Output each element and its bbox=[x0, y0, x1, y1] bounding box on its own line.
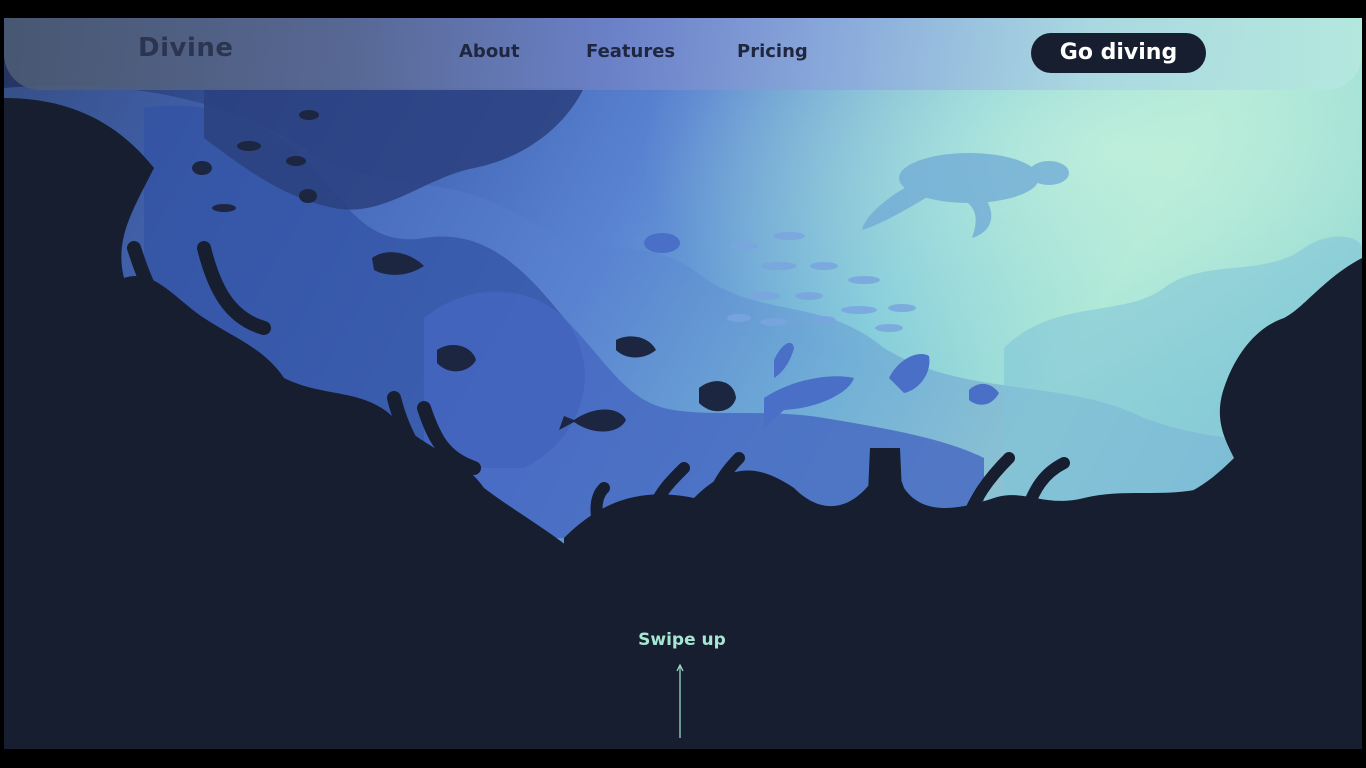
hero-section: Divine About Features Pricing Go diving … bbox=[4, 18, 1362, 749]
tube-coral bbox=[866, 448, 904, 538]
top-navbar: Divine About Features Pricing Go diving bbox=[4, 18, 1362, 90]
arrow-up-icon[interactable] bbox=[674, 664, 686, 738]
nav-link-about[interactable]: About bbox=[459, 41, 520, 62]
brand-logo[interactable]: Divine bbox=[138, 33, 234, 63]
nav-link-pricing[interactable]: Pricing bbox=[737, 41, 808, 62]
swipe-up-label[interactable]: Swipe up bbox=[604, 630, 760, 650]
go-diving-button[interactable]: Go diving bbox=[1031, 33, 1206, 73]
nav-link-features[interactable]: Features bbox=[586, 41, 675, 62]
